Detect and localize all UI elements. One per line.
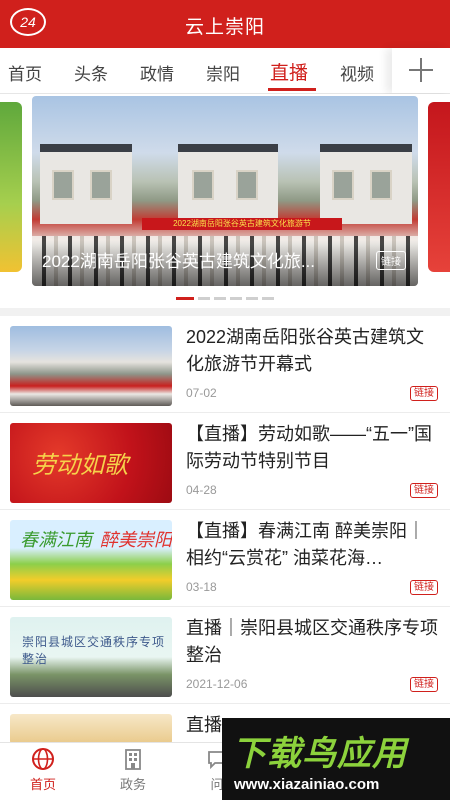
carousel-dot[interactable] [176, 297, 194, 300]
add-channel-button[interactable] [392, 48, 450, 93]
news-link-tag: 链接 [410, 677, 438, 692]
news-link-tag: 链接 [410, 386, 438, 401]
slide-caption: 2022湖南岳阳张谷英古建筑文化旅... [42, 252, 315, 271]
tab-headlines[interactable]: 头条 [74, 60, 108, 85]
banner-slide[interactable]: 2022湖南岳阳张谷英古建筑文化旅游节 2022湖南岳阳张谷英古建筑文化旅...… [32, 96, 418, 286]
watermark-url: www.xiazainiao.com [234, 776, 380, 793]
news-thumbnail [10, 326, 172, 406]
globe-icon [32, 748, 54, 770]
thumbnail-text: 春满江南 [20, 530, 92, 551]
carousel-dot[interactable] [262, 297, 274, 300]
news-thumbnail: 崇阳县城区交通秩序专项整治 [10, 617, 172, 697]
app-header: 24 云上崇阳 [0, 0, 450, 48]
slide-building-left [40, 144, 132, 224]
previous-slide-peek[interactable] [0, 102, 22, 272]
tab-video[interactable]: 视频 [340, 60, 374, 85]
news-thumbnail [10, 714, 172, 744]
carousel-dot[interactable] [214, 297, 226, 300]
tab-home[interactable]: 首页 [8, 60, 42, 85]
banner-carousel[interactable]: 2022湖南岳阳张谷英古建筑文化旅游节 2022湖南岳阳张谷英古建筑文化旅...… [0, 94, 450, 308]
news-date: 03-18 [186, 580, 217, 594]
nav-label: 首页 [29, 777, 56, 792]
tab-chongyang[interactable]: 崇阳 [206, 60, 240, 85]
news-list-item[interactable]: 崇阳县城区交通秩序专项整治 直播｜崇阳县城区交通秩序专项整治 2021-12-0… [0, 607, 450, 704]
news-list-item[interactable]: 春满江南 醉美崇阳 【直播】春满江南 醉美崇阳｜相约“云赏花” 油菜花海… 03… [0, 510, 450, 607]
tab-live[interactable]: 直播 [270, 58, 308, 85]
news-title: 2022湖南岳阳张谷英古建筑文化旅游节开幕式 [186, 327, 425, 374]
news-link-tag: 链接 [410, 580, 438, 595]
news-date: 07-02 [186, 386, 217, 400]
nav-government[interactable]: 政务 [98, 747, 168, 793]
thumbnail-text: 崇阳县城区交通秩序专项整治 [22, 635, 166, 666]
next-slide-peek[interactable] [428, 102, 450, 272]
news-title: 【直播】春满江南 醉美崇阳｜相约“云赏花” 油菜花海… [186, 521, 425, 568]
news-thumbnail: 劳动如歌 [10, 423, 172, 503]
news-date: 2021-12-06 [186, 677, 248, 691]
thumbnail-text: 劳动如歌 [32, 451, 128, 479]
section-divider [0, 308, 450, 316]
carousel-dot[interactable] [198, 297, 210, 300]
news-date: 04-28 [186, 483, 217, 497]
carousel-dot[interactable] [246, 297, 258, 300]
news-thumbnail: 春满江南 醉美崇阳 [10, 520, 172, 600]
slide-link-badge: 链接 [376, 251, 406, 270]
news-title: 【直播】劳动如歌——“五一”国际劳动节特别节目 [186, 424, 432, 471]
news-link-tag: 链接 [410, 483, 438, 498]
news-list-item[interactable]: 2022湖南岳阳张谷英古建筑文化旅游节开幕式 07-02 链接 [0, 316, 450, 413]
active-tab-indicator [268, 88, 316, 91]
carousel-dot[interactable] [230, 297, 242, 300]
nav-home[interactable]: 首页 [8, 747, 78, 793]
plus-icon [408, 57, 434, 83]
building-icon [125, 749, 141, 770]
thumbnail-text: 醉美崇阳 [100, 530, 172, 551]
nav-label: 政务 [119, 777, 146, 792]
watermark-logo-text: 下载鸟应用 [232, 735, 407, 773]
news-title: 直播｜崇阳县城区交通秩序专项整治 [186, 618, 438, 665]
slide-building-center [178, 144, 278, 224]
news-list-item[interactable]: 劳动如歌 【直播】劳动如歌——“五一”国际劳动节特别节目 04-28 链接 [0, 413, 450, 510]
app-title: 云上崇阳 [184, 17, 265, 38]
channel-tabs: 首页 头条 政情 崇阳 直播 视频 [0, 48, 450, 94]
tab-politics[interactable]: 政情 [140, 60, 174, 85]
slide-building-right [320, 144, 412, 224]
watermark: 下载鸟应用 www.xiazainiao.com [222, 718, 450, 800]
stage-banner: 2022湖南岳阳张谷英古建筑文化旅游节 [142, 218, 342, 230]
